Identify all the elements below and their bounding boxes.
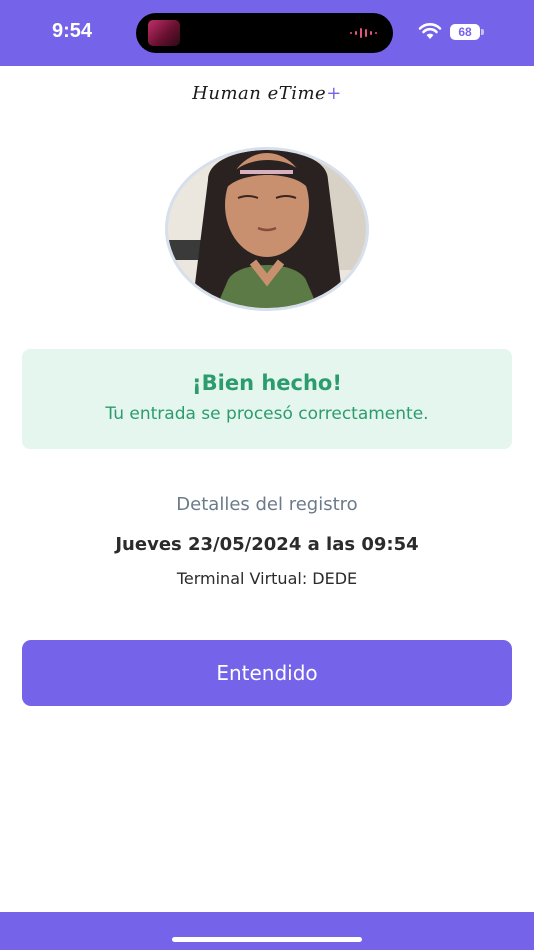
battery-icon: 68	[450, 24, 480, 40]
logo-plus: +	[326, 83, 342, 104]
status-time: 9:54	[52, 20, 93, 42]
logo-text: Human eTime	[192, 83, 327, 104]
registration-datetime: Jueves 23/05/2024 a las 09:54	[115, 534, 419, 555]
terminal-info: Terminal Virtual: DEDE	[176, 569, 358, 588]
details-heading: Detalles del registro	[176, 494, 358, 515]
user-photo	[165, 147, 369, 311]
success-message: Tu entrada se procesó correctamente.	[105, 404, 429, 424]
dynamic-island[interactable]	[136, 13, 393, 53]
success-banner: ¡Bien hecho! Tu entrada se procesó corre…	[22, 349, 512, 449]
now-playing-artwork	[148, 20, 180, 46]
status-bar: 9:54 68	[0, 0, 534, 66]
app-logo: Human eTime+	[0, 83, 534, 104]
bottom-bar	[0, 912, 534, 950]
home-indicator[interactable]	[172, 937, 362, 942]
confirm-button[interactable]: Entendido	[22, 640, 512, 706]
success-title: ¡Bien hecho!	[192, 371, 342, 395]
audio-wave-icon	[350, 28, 377, 38]
battery-tip	[481, 29, 484, 35]
wifi-icon	[418, 23, 442, 39]
portrait-image	[168, 150, 366, 308]
